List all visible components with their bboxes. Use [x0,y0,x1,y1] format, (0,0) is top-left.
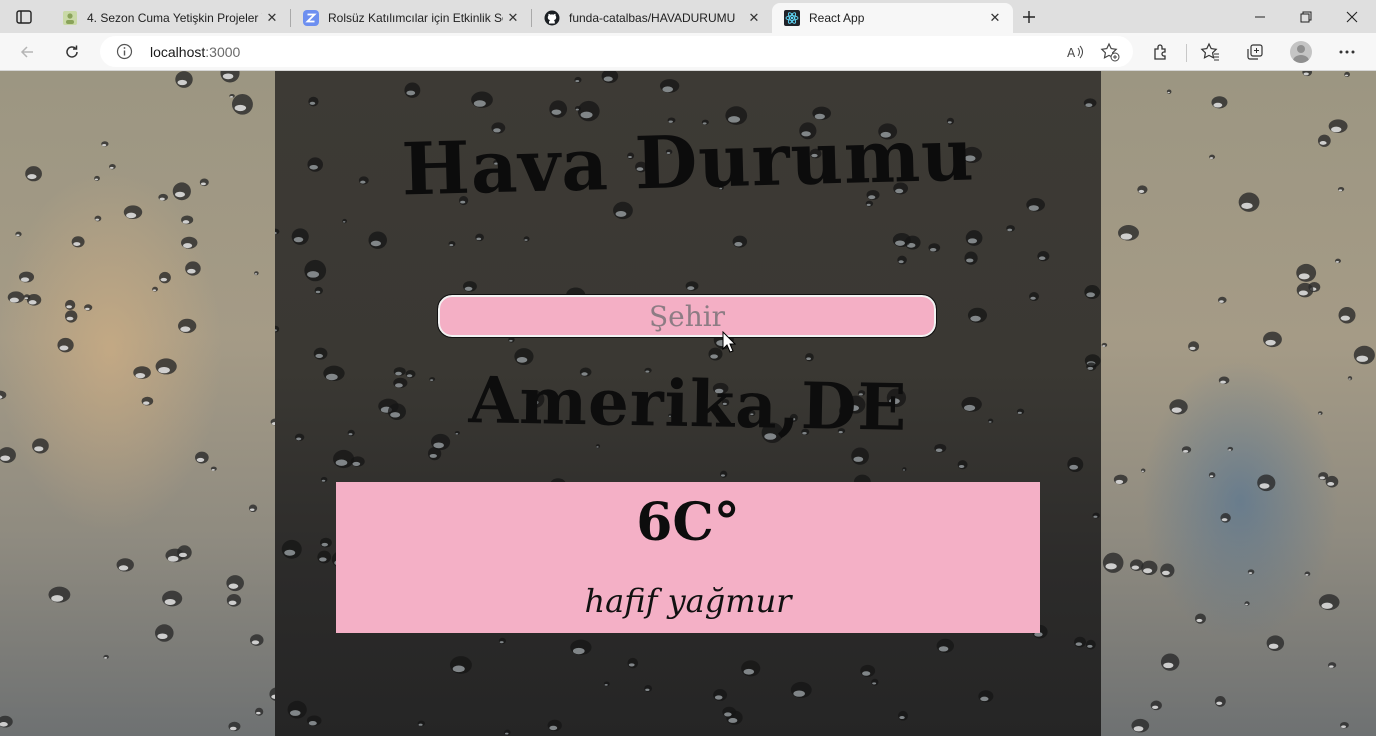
close-window-icon[interactable] [1329,0,1375,33]
weather-app-panel: Hava Durumu Amerika,DE 6C° hafif yağmur [275,71,1101,736]
favorites-icon[interactable] [1199,41,1221,63]
temperature-value: 6C° [636,492,740,553]
close-tab-icon[interactable]: ✕ [262,8,282,28]
info-icon[interactable] [116,43,133,60]
restore-icon[interactable] [1283,0,1329,33]
browser-toolbar: localhost:3000 A [0,33,1376,71]
close-tab-icon[interactable]: ✕ [503,8,523,28]
read-aloud-icon[interactable]: A [1065,42,1085,62]
minimize-icon[interactable] [1237,0,1283,33]
react-icon [784,10,800,26]
url-text: localhost:3000 [150,44,240,60]
city-name: Amerika,DE [468,363,908,446]
tab-actions-icon[interactable] [10,6,38,28]
new-tab-icon[interactable] [1016,6,1042,28]
tab-label: Rolsüz Katılımcılar için Etkinlik Sc [328,11,503,25]
tab-1[interactable]: 4. Sezon Cuma Yetişkin Projeler Y ✕ [50,3,290,33]
close-tab-icon[interactable]: ✕ [744,8,764,28]
weather-card: 6C° hafif yağmur [336,482,1040,633]
refresh-icon[interactable] [57,37,87,67]
tab-label: React App [809,11,865,25]
more-menu-icon[interactable] [1336,41,1358,63]
city-search-input[interactable] [437,294,937,338]
github-icon [544,10,560,26]
mouse-cursor-icon [722,331,736,353]
favorite-add-icon[interactable] [1100,42,1120,62]
url-host: localhost [150,44,206,60]
svg-text:A: A [1067,46,1076,60]
profile-icon [62,10,78,26]
url-port: :3000 [205,44,241,60]
address-bar[interactable]: localhost:3000 A [100,36,1133,67]
close-tab-icon[interactable]: ✕ [985,8,1005,28]
collections-icon[interactable] [1244,41,1266,63]
tab-label: 4. Sezon Cuma Yetişkin Projeler Y [87,11,262,25]
extensions-icon[interactable] [1150,41,1172,63]
tab-react-app[interactable]: React App ✕ [772,3,1013,33]
profile-avatar[interactable] [1290,41,1312,63]
tab-3[interactable]: funda-catalbas/HAVADURUMU ✕ [532,3,772,33]
toolbar-divider [1186,44,1187,62]
tab-strip: 4. Sezon Cuma Yetişkin Projeler Y ✕ Rols… [0,0,1376,33]
weather-description: hafif yağmur [584,582,792,620]
tab-2[interactable]: Rolsüz Katılımcılar için Etkinlik Sc ✕ [291,3,531,33]
back-icon[interactable] [12,37,42,67]
page-viewport: Hava Durumu Amerika,DE 6C° hafif yağmur [0,71,1376,736]
zoom-z-icon [303,10,319,26]
tab-label: funda-catalbas/HAVADURUMU [569,11,736,25]
